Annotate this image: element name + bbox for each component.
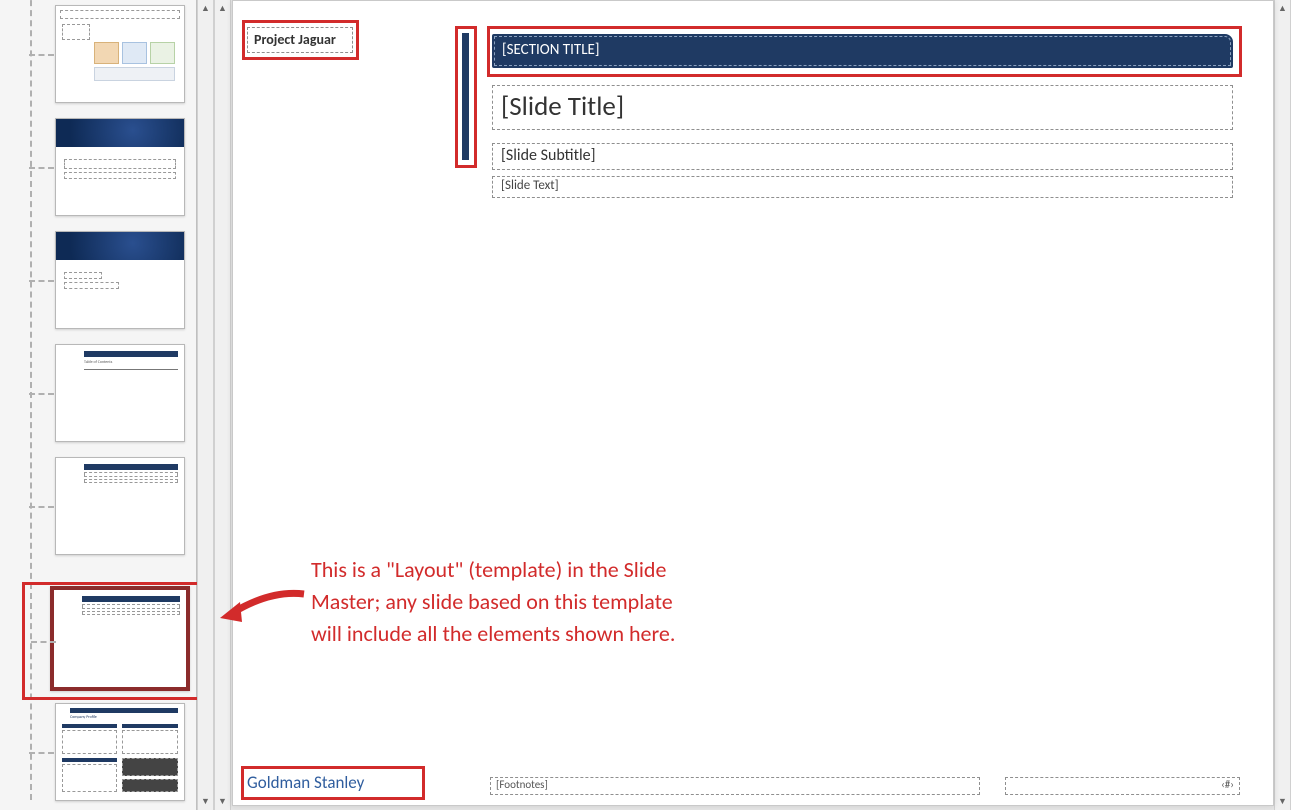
scroll-up-icon[interactable]: ▲	[198, 0, 213, 17]
slide-master-thumbnail-panel: Table of Contents Company Profile	[0, 0, 197, 810]
layout-thumbnail-7[interactable]: Company Profile	[55, 703, 185, 801]
slide-subtitle-placeholder[interactable]: [Slide Subtitle]	[492, 143, 1233, 170]
slide-text-placeholder[interactable]: [Slide Text]	[492, 176, 1233, 198]
thumbnail-panel-scrollbar[interactable]: ▲ ▼	[197, 0, 214, 810]
layout-thumbnail-5[interactable]	[55, 457, 185, 555]
editor-right-scrollbar[interactable]: ▲ ▼	[1274, 0, 1291, 810]
scroll-up-icon[interactable]: ▲	[1275, 0, 1290, 17]
thumbnail-tree-connector	[30, 0, 32, 800]
layout-thumbnail-4[interactable]: Table of Contents	[55, 344, 185, 442]
layout-thumbnail-2[interactable]	[55, 118, 185, 216]
section-title-placeholder[interactable]: [SECTION TITLE]	[492, 34, 1233, 68]
scroll-down-icon[interactable]: ▼	[198, 793, 213, 810]
slide-layout-canvas[interactable]: Project Jaguar [SECTION TITLE] [Slide Ti…	[232, 0, 1274, 806]
layout-thumbnail-6-selected[interactable]	[50, 586, 190, 691]
page-number-placeholder[interactable]: ‹#›	[1005, 777, 1240, 795]
project-name-placeholder[interactable]: Project Jaguar	[247, 27, 353, 53]
editor-scrollbar[interactable]: ▲ ▼	[214, 0, 231, 810]
accent-bar	[462, 33, 469, 160]
company-name-placeholder[interactable]: Goldman Stanley	[247, 772, 364, 793]
layout-thumbnail-1[interactable]	[55, 5, 185, 103]
scroll-up-icon[interactable]: ▲	[215, 0, 230, 17]
footnotes-placeholder[interactable]: [Footnotes]	[490, 777, 980, 795]
slide-title-placeholder[interactable]: [Slide Title]	[492, 85, 1233, 130]
scroll-down-icon[interactable]: ▼	[1275, 793, 1290, 810]
layout-thumbnail-3[interactable]	[55, 231, 185, 329]
scroll-down-icon[interactable]: ▼	[215, 793, 230, 810]
